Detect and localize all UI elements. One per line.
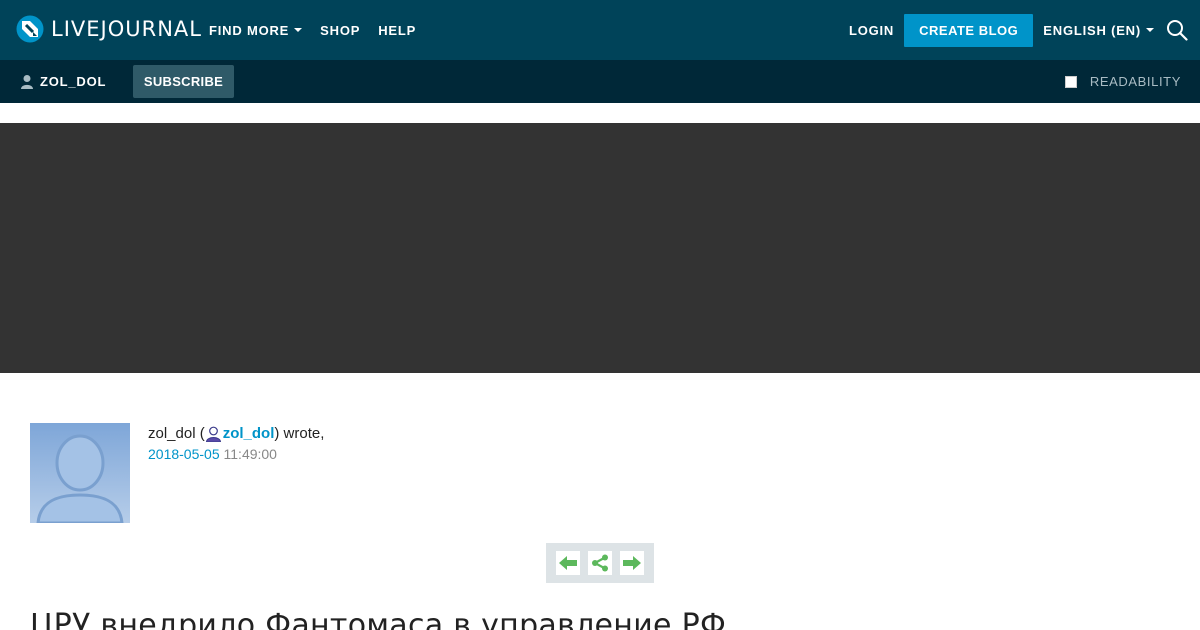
main-nav: FIND MORE SHOP HELP bbox=[209, 0, 434, 60]
nav-help-label: HELP bbox=[378, 22, 417, 38]
subscribe-button[interactable]: SUBSCRIBE bbox=[133, 65, 234, 98]
user-icon bbox=[205, 426, 221, 442]
arrow-right-icon bbox=[623, 556, 641, 570]
share-icon bbox=[592, 554, 608, 572]
previous-entry-button[interactable] bbox=[556, 551, 580, 575]
wrote-suffix: ) wrote, bbox=[274, 425, 325, 442]
caret-down-icon bbox=[1146, 28, 1154, 32]
logo-mark-icon bbox=[16, 15, 44, 43]
author-name: zol_dol ( bbox=[148, 425, 205, 442]
entry-time: 11:49:00 bbox=[223, 446, 277, 462]
entry-date-link[interactable]: 2018-05-05 bbox=[148, 446, 220, 462]
top-navigation-bar: LIVEJOURNAL FIND MORE SHOP HELP LOGIN CR… bbox=[0, 0, 1200, 60]
nav-help[interactable]: HELP bbox=[378, 23, 416, 38]
header-actions: LOGIN CREATE BLOG ENGLISH (EN) bbox=[849, 0, 1188, 60]
language-label: ENGLISH (EN) bbox=[1043, 22, 1141, 38]
avatar[interactable] bbox=[30, 423, 130, 523]
nav-find-more[interactable]: FIND MORE bbox=[209, 22, 303, 38]
readability-toggle[interactable]: READABILITY bbox=[1064, 60, 1181, 103]
date-line: 2018-05-05 11:49:00 bbox=[148, 446, 324, 462]
readability-label: READABILITY bbox=[1089, 74, 1181, 89]
brand-name: LIVEJOURNAL bbox=[51, 17, 202, 41]
arrow-left-icon bbox=[559, 556, 577, 570]
author-user-link[interactable]: zol_dol bbox=[205, 425, 275, 442]
user-icon bbox=[21, 75, 33, 89]
create-blog-button[interactable]: CREATE BLOG bbox=[904, 13, 1034, 47]
avatar-silhouette-icon bbox=[30, 423, 130, 523]
next-entry-button[interactable] bbox=[620, 551, 644, 575]
post-navigation bbox=[546, 543, 654, 583]
search-icon[interactable] bbox=[1166, 19, 1188, 41]
journal-user-link[interactable]: ZOL_DOL bbox=[20, 60, 106, 103]
subscribe-label: SUBSCRIBE bbox=[143, 74, 224, 89]
create-blog-label: CREATE BLOG bbox=[919, 22, 1019, 38]
author-username: zol_dol bbox=[222, 425, 275, 442]
nav-shop-label: SHOP bbox=[320, 22, 361, 38]
nav-find-more-label: FIND MORE bbox=[209, 22, 290, 38]
journal-subbar: ZOL_DOL SUBSCRIBE READABILITY bbox=[0, 60, 1200, 103]
journal-banner bbox=[0, 123, 1200, 373]
caret-down-icon bbox=[294, 28, 303, 32]
checkbox-icon[interactable] bbox=[1064, 75, 1077, 88]
entry-meta: zol_dol ( zol_dol ) wrote, 2018-05-05 11… bbox=[148, 425, 324, 462]
login-link[interactable]: LOGIN bbox=[849, 23, 894, 38]
nav-shop[interactable]: SHOP bbox=[320, 23, 360, 38]
language-selector[interactable]: ENGLISH (EN) bbox=[1043, 23, 1154, 38]
author-line: zol_dol ( zol_dol ) wrote, bbox=[148, 425, 324, 442]
journal-username: ZOL_DOL bbox=[40, 74, 107, 89]
livejournal-logo[interactable]: LIVEJOURNAL bbox=[16, 15, 202, 43]
post-title: ЦРУ внедрило Фантомаса в управление РФ bbox=[30, 608, 727, 630]
share-button[interactable] bbox=[588, 551, 612, 575]
